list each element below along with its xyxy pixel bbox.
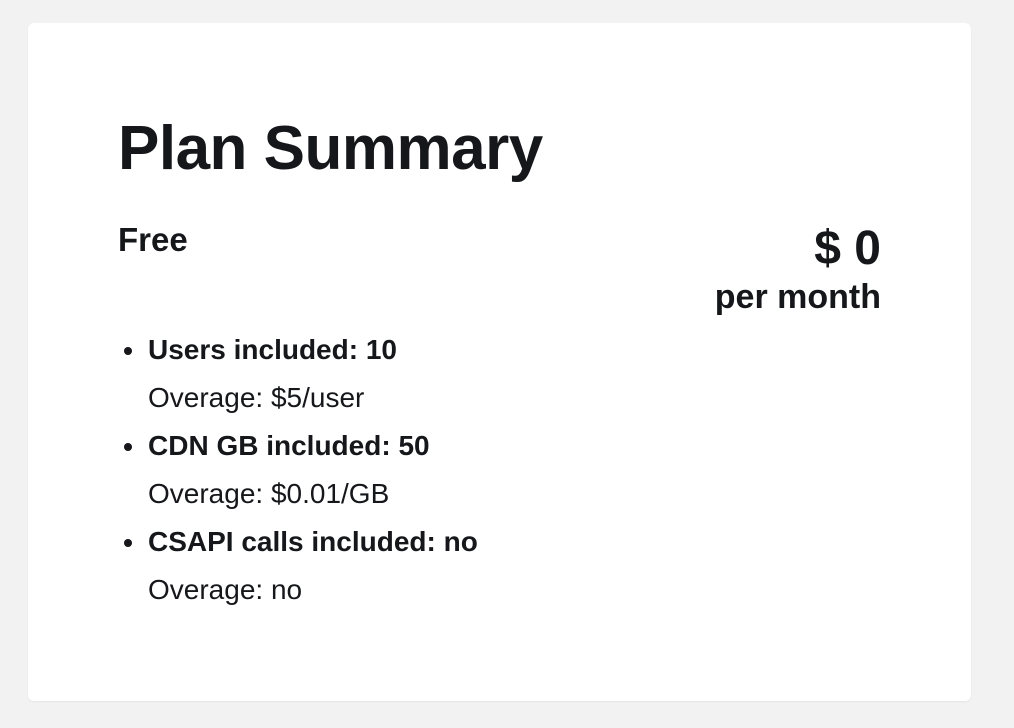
bullet-icon — [124, 347, 132, 355]
price-block: $ 0 per month — [715, 221, 881, 317]
plan-name: Free — [118, 221, 188, 258]
feature-item-users: Users included: 10 Overage: $5/user — [124, 326, 478, 422]
feature-overage: Overage: $5/user — [148, 382, 365, 413]
price-period: per month — [714, 278, 881, 316]
feature-overage: Overage: no — [148, 574, 303, 605]
feature-item-cdn: CDN GB included: 50 Overage: $0.01/GB — [124, 422, 478, 518]
feature-label: Users included: 10 — [148, 334, 397, 365]
feature-item-csapi: CSAPI calls included: no Overage: no — [124, 518, 478, 614]
page-title: Plan Summary — [118, 114, 543, 183]
bullet-icon — [124, 539, 132, 547]
feature-list: Users included: 10 Overage: $5/user CDN … — [118, 326, 478, 614]
plan-summary-card: Plan Summary Free $ 0 per month Users in… — [28, 23, 971, 701]
feature-label: CDN GB included: 50 — [148, 430, 430, 461]
feature-label: CSAPI calls included: no — [148, 526, 478, 557]
bullet-icon — [124, 443, 132, 451]
feature-overage: Overage: $0.01/GB — [148, 478, 390, 509]
price-amount: $ 0 — [814, 222, 881, 275]
